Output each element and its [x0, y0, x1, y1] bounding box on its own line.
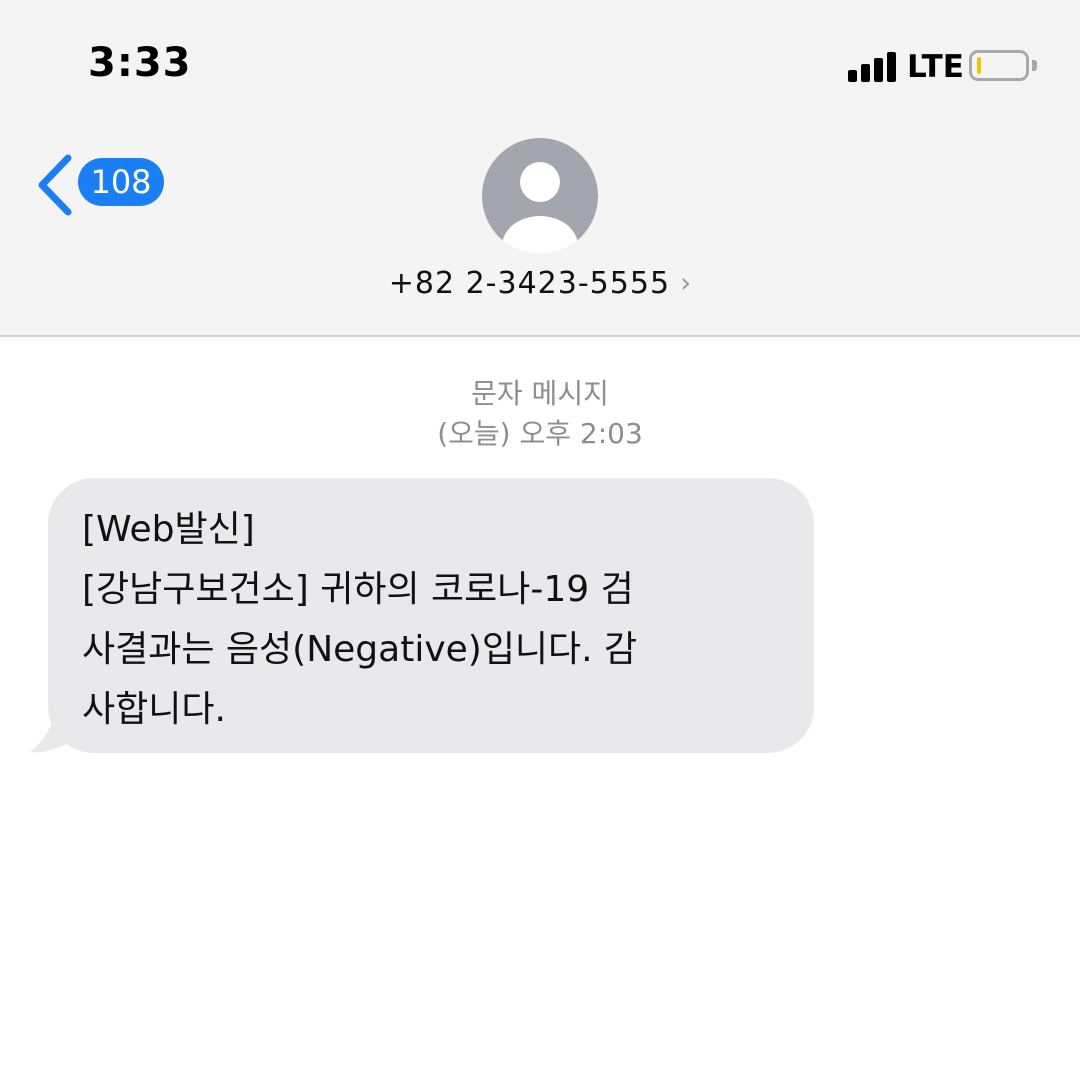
network-type-label: LTE	[907, 49, 964, 85]
contact-details-link[interactable]: +82 2-3423-5555 ›	[0, 266, 1080, 301]
back-button[interactable]: 108	[34, 152, 174, 218]
message-line: [Web발신]	[82, 509, 255, 550]
status-time: 3:33	[88, 40, 192, 86]
message-line: 사결과는 음성(Negative)입니다. 감	[82, 629, 638, 670]
chevron-right-icon: ›	[680, 266, 692, 299]
message-line: 사합니다.	[82, 689, 226, 730]
chevron-left-icon	[38, 154, 72, 216]
battery-terminal	[1032, 60, 1037, 71]
battery-icon	[969, 50, 1029, 81]
message-line: [강남구보건소] 귀하의 코로나-19 검	[82, 569, 634, 610]
unread-count-badge: 108	[78, 158, 164, 206]
conversation-header: 3:33 LTE 108 +82 2-3423-5555 ›	[0, 0, 1080, 337]
message-timestamp: (오늘) 오후 2:03	[437, 417, 643, 450]
person-silhouette-icon	[502, 162, 578, 254]
incoming-message-bubble[interactable]: [Web발신] [강남구보건소] 귀하의 코로나-19 검 사결과는 음성(Ne…	[48, 478, 814, 753]
message-type-label: 문자 메시지	[471, 377, 609, 410]
message-screen: 3:33 LTE 108 +82 2-3423-5555 › 문자 메시지 (오…	[0, 0, 1080, 1080]
contact-avatar[interactable]	[482, 138, 598, 254]
cellular-signal-icon	[848, 52, 898, 82]
contact-number: +82 2-3423-5555	[388, 266, 671, 301]
battery-level-fill	[977, 57, 981, 74]
